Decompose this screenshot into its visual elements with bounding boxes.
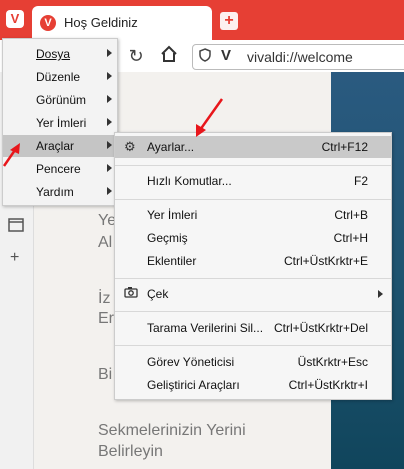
- annotation-arrow-tools: [2, 143, 20, 167]
- annotation-arrows: [2, 98, 224, 167]
- annotation-arrow-settings: [196, 98, 224, 137]
